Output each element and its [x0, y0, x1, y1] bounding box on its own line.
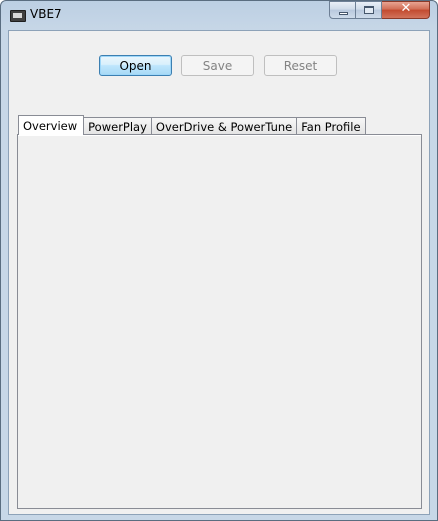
app-window: VBE7 ✕ Open Save Reset Overview PowerPla…: [0, 0, 438, 521]
tab-powerplay[interactable]: PowerPlay: [83, 117, 152, 135]
save-button[interactable]: Save: [181, 55, 254, 76]
maximize-icon: [364, 6, 374, 14]
graphics-card-icon: [10, 10, 26, 22]
caption-buttons: ✕: [329, 1, 432, 20]
window-title: VBE7: [30, 7, 62, 21]
title-bar[interactable]: VBE7 ✕: [1, 1, 437, 29]
close-button[interactable]: ✕: [382, 1, 430, 19]
minimize-icon: [339, 12, 348, 15]
tab-fan-profile[interactable]: Fan Profile: [296, 117, 366, 135]
tab-overview[interactable]: Overview: [18, 115, 85, 135]
minimize-button[interactable]: [329, 1, 356, 19]
tab-strip: Overview PowerPlay OverDrive & PowerTune…: [18, 115, 366, 135]
open-button[interactable]: Open: [99, 55, 172, 76]
tab-panel-overview: [17, 134, 422, 509]
maximize-button[interactable]: [356, 1, 382, 19]
close-icon: ✕: [400, 1, 412, 16]
tab-overdrive-powertune[interactable]: OverDrive & PowerTune: [150, 117, 298, 135]
reset-button[interactable]: Reset: [264, 55, 337, 76]
client-area: Open Save Reset Overview PowerPlay OverD…: [8, 30, 430, 515]
